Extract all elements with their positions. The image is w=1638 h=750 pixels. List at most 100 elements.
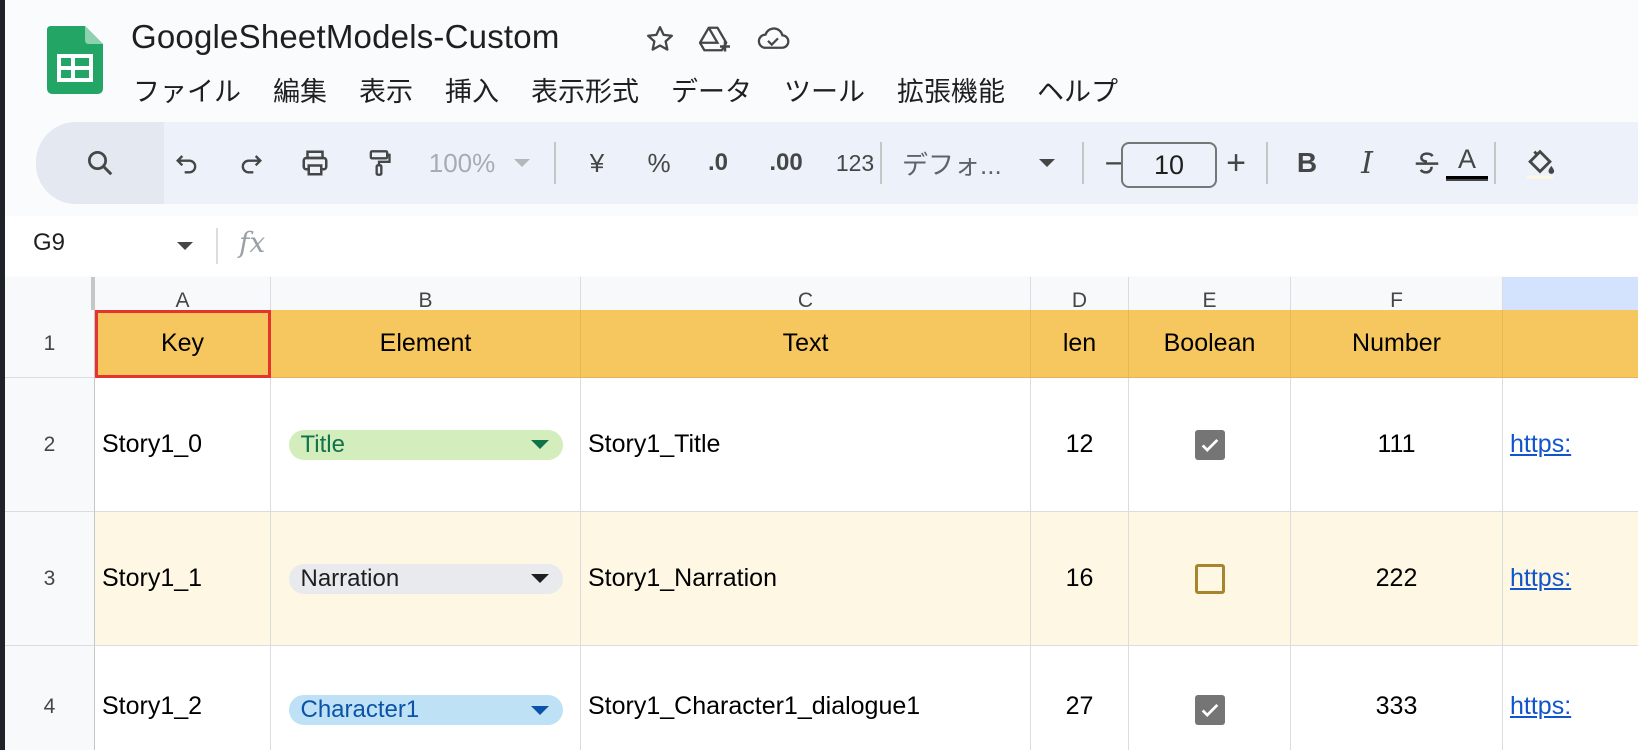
element-dropdown-chip[interactable]: Title	[288, 429, 563, 460]
checkmark-icon	[1201, 438, 1218, 452]
menu-view[interactable]: 表示	[343, 70, 429, 109]
print-button[interactable]	[284, 122, 346, 204]
redo-button[interactable]	[220, 122, 282, 204]
spreadsheet-grid[interactable]: A B C D E F 1 Key Element Text len Boole…	[5, 277, 1638, 750]
cloud-saved-icon[interactable]	[755, 24, 791, 54]
name-box[interactable]: G9	[33, 229, 65, 257]
cell-key[interactable]: Story1_0	[95, 378, 271, 512]
cell-number[interactable]: 222	[1291, 512, 1503, 646]
element-dropdown-chip[interactable]: Character1	[288, 695, 563, 725]
row-header[interactable]: 2	[5, 378, 95, 512]
menu-file[interactable]: ファイル	[131, 70, 257, 109]
table-row: 4 Story1_2 Character1 Story1_Character1_…	[5, 646, 1638, 750]
row-header[interactable]: 4	[5, 646, 95, 750]
header-cell-boolean[interactable]: Boolean	[1129, 310, 1291, 378]
chevron-down-icon	[530, 705, 549, 715]
menu-edit[interactable]: 編集	[257, 70, 343, 109]
row-header[interactable]: 3	[5, 512, 95, 646]
row-header[interactable]: 1	[5, 310, 95, 378]
header-cell-key[interactable]: Key	[95, 310, 271, 378]
sheets-logo-icon[interactable]	[47, 26, 103, 94]
cell-text[interactable]: Story1_Character1_dialogue1	[581, 646, 1031, 750]
url-link[interactable]: https:	[1510, 692, 1571, 721]
header-cell-element[interactable]: Element	[271, 310, 581, 378]
search-icon	[88, 151, 113, 176]
font-family-select[interactable]: デフォ...	[902, 122, 1022, 204]
checkbox-checked[interactable]	[1194, 695, 1225, 725]
document-title[interactable]: GoogleSheetModels-Custom	[131, 18, 560, 56]
cell-element[interactable]: Character1	[271, 646, 581, 750]
currency-format-button[interactable]: ¥	[572, 122, 622, 204]
cell-key[interactable]: Story1_1	[95, 512, 271, 646]
chip-label: Character1	[300, 696, 420, 723]
paint-format-button[interactable]	[348, 122, 410, 204]
name-box-caret-icon[interactable]	[177, 242, 193, 250]
drive-add-icon[interactable]	[697, 24, 733, 54]
header-cell-g[interactable]	[1503, 310, 1638, 378]
element-dropdown-chip[interactable]: Narration	[288, 563, 563, 594]
toolbar-divider	[554, 142, 556, 184]
cell-link[interactable]: https:	[1503, 646, 1638, 750]
cell-boolean[interactable]	[1129, 378, 1291, 512]
cell-boolean[interactable]	[1129, 646, 1291, 750]
font-size-input[interactable]: 10	[1121, 142, 1217, 188]
cell-text[interactable]: Story1_Narration	[581, 512, 1031, 646]
checkbox-checked[interactable]	[1194, 429, 1225, 460]
url-link[interactable]: https:	[1510, 564, 1571, 593]
table-row: 3 Story1_1 Narration Story1_Narration 16…	[5, 512, 1638, 646]
url-link[interactable]: https:	[1510, 430, 1571, 459]
toolbar: 100% ¥ % .0 .00 123 デフォ... − + B I A	[36, 122, 1638, 204]
cell-len[interactable]: 16	[1031, 512, 1129, 646]
italic-button[interactable]: I	[1344, 122, 1390, 204]
header-cell-len[interactable]: len	[1031, 310, 1129, 378]
cell-element[interactable]: Narration	[271, 512, 581, 646]
toolbar-divider	[1082, 142, 1084, 184]
checkbox-unchecked[interactable]	[1194, 563, 1225, 594]
cell-element[interactable]: Title	[271, 378, 581, 512]
print-icon	[302, 150, 328, 176]
cell-len[interactable]: 27	[1031, 646, 1129, 750]
toolbar-divider	[1266, 142, 1268, 184]
checkmark-icon	[1201, 703, 1218, 717]
chip-label: Narration	[300, 564, 400, 592]
row-number: 4	[43, 695, 56, 718]
paint-format-icon	[369, 150, 391, 176]
star-icon[interactable]	[645, 24, 675, 54]
table-row: 1 Key Element Text len Boolean Number	[5, 310, 1638, 378]
percent-format-button[interactable]: %	[634, 122, 684, 204]
bold-button[interactable]: B	[1284, 122, 1330, 204]
cell-len[interactable]: 12	[1031, 378, 1129, 512]
search-menus-button[interactable]	[36, 122, 164, 204]
cell-text[interactable]: Story1_Title	[581, 378, 1031, 512]
menu-extensions[interactable]: 拡張機能	[881, 70, 1021, 109]
increase-decimal-button[interactable]: .00	[754, 122, 818, 204]
header-cell-text[interactable]: Text	[581, 310, 1031, 378]
menu-format[interactable]: 表示形式	[515, 70, 655, 109]
header-cell-number[interactable]: Number	[1291, 310, 1503, 378]
fx-icon: fx	[239, 226, 266, 259]
undo-button[interactable]	[156, 122, 218, 204]
cell-number[interactable]: 111	[1291, 378, 1503, 512]
toolbar-divider	[1494, 142, 1496, 184]
menu-help[interactable]: ヘルプ	[1021, 70, 1134, 109]
chevron-down-icon	[530, 574, 549, 583]
decrease-decimal-label: .0	[707, 149, 728, 176]
cell-boolean[interactable]	[1129, 512, 1291, 646]
cell-link[interactable]: https:	[1503, 378, 1638, 512]
cell-key[interactable]: Story1_2	[95, 646, 271, 750]
chevron-down-icon	[530, 440, 549, 449]
chip-label: Title	[300, 430, 345, 458]
zoom-select[interactable]: 100%	[414, 122, 510, 204]
cell-number[interactable]: 333	[1291, 646, 1503, 750]
menu-insert[interactable]: 挿入	[429, 70, 515, 109]
decrease-decimal-button[interactable]: .0	[690, 122, 746, 204]
menu-data[interactable]: データ	[655, 70, 768, 109]
cell-link[interactable]: https:	[1503, 512, 1638, 646]
increase-font-size-button[interactable]: +	[1214, 122, 1258, 204]
menu-tools[interactable]: ツール	[768, 70, 881, 109]
redo-icon	[241, 155, 262, 174]
table-row: 2 Story1_0 Title Story1_Title 12 111 htt…	[5, 378, 1638, 512]
increase-decimal-label: .00	[769, 149, 803, 176]
text-color-button[interactable]: A	[1430, 122, 1504, 204]
fill-color-button[interactable]	[1510, 122, 1570, 204]
